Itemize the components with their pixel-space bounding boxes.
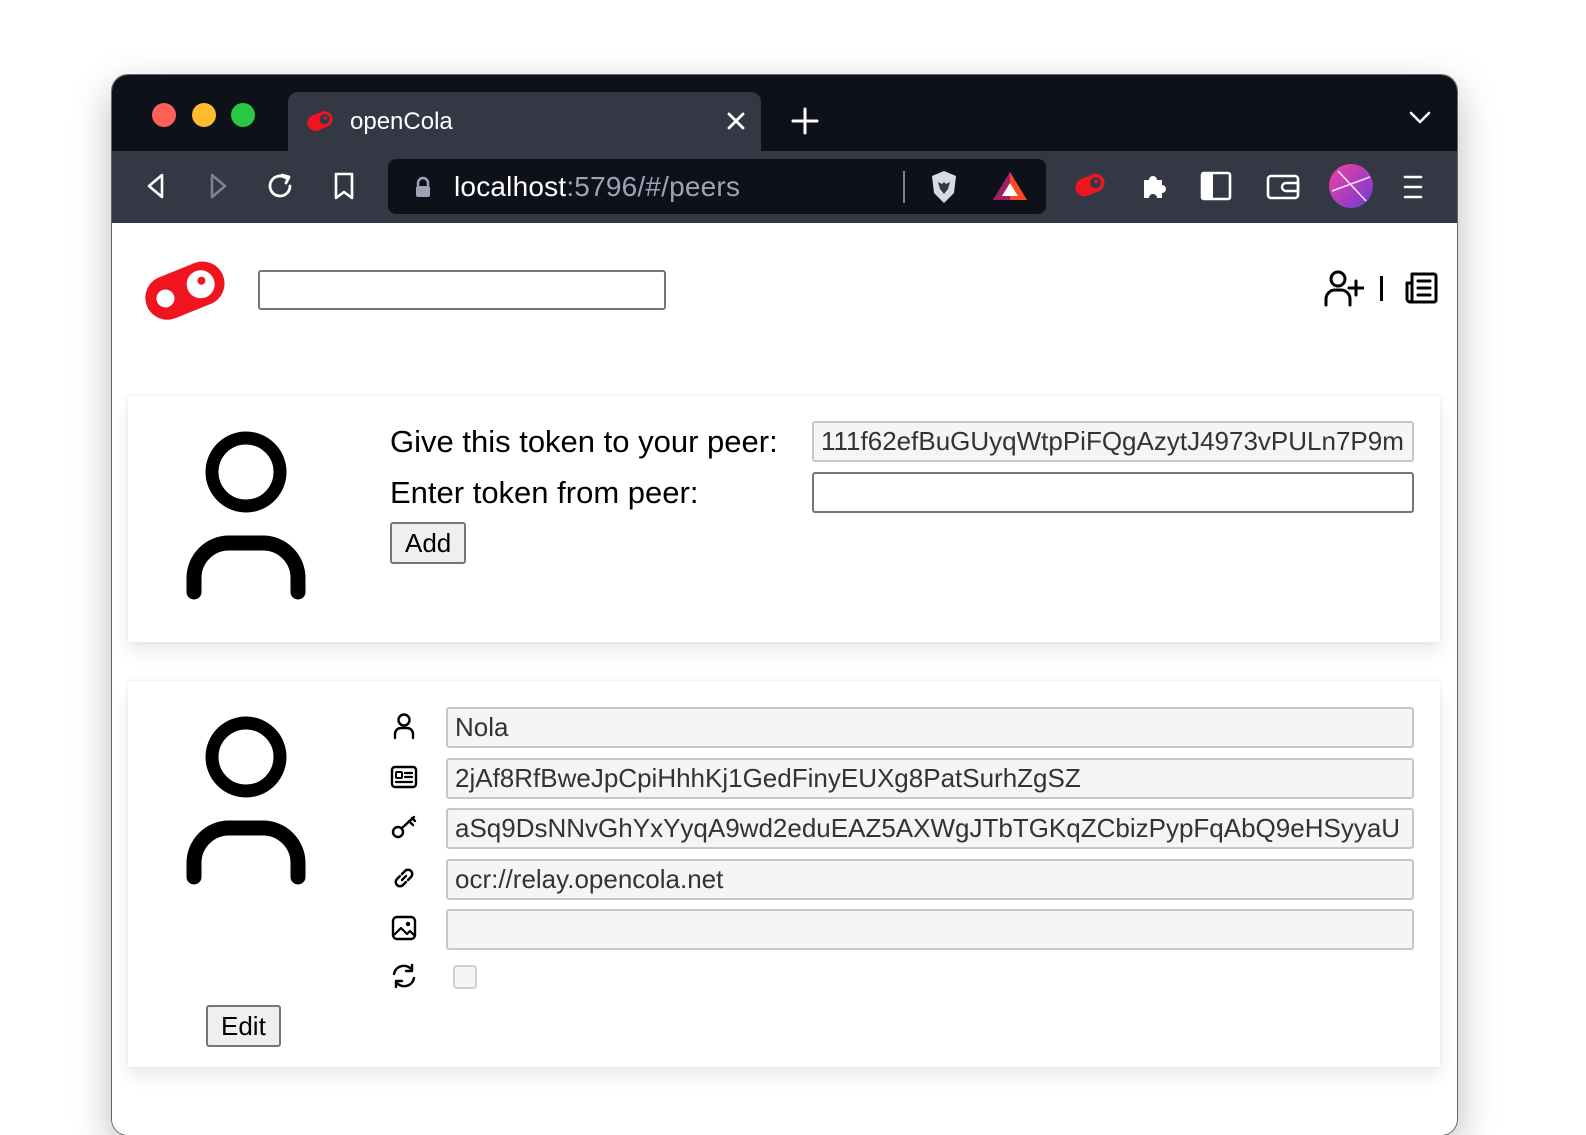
minimize-window-button[interactable] — [192, 103, 216, 127]
profile-avatar-icon[interactable] — [1328, 163, 1374, 214]
peer-name-field[interactable] — [446, 707, 1414, 748]
tab-opencola[interactable]: openCola — [288, 92, 761, 151]
person-avatar-icon — [186, 430, 306, 605]
menu-icon[interactable] — [1402, 173, 1424, 206]
url-separator — [903, 171, 905, 203]
image-uri-field[interactable] — [446, 909, 1414, 950]
token-card: Give this token to your peer: Enter toke… — [128, 396, 1440, 642]
brave-rewards-icon[interactable] — [991, 169, 1029, 208]
peer-id-field[interactable] — [446, 758, 1414, 799]
id-card-icon — [390, 763, 418, 796]
reload-icon[interactable] — [266, 171, 296, 206]
lock-icon — [414, 176, 432, 203]
close-tab-icon[interactable] — [723, 108, 749, 139]
feed-icon[interactable] — [1405, 271, 1439, 310]
give-token-label: Give this token to your peer: — [390, 424, 778, 459]
close-window-button[interactable] — [152, 103, 176, 127]
bookmark-icon[interactable] — [332, 171, 356, 206]
tab-title: openCola — [350, 108, 453, 135]
own-token-field[interactable] — [812, 421, 1414, 462]
sync-icon — [390, 962, 418, 995]
search-input[interactable] — [258, 270, 666, 310]
public-key-field[interactable] — [446, 808, 1414, 849]
opencola-logo-icon[interactable] — [138, 251, 230, 336]
url-text: localhost:5796/#/peers — [454, 171, 740, 203]
peer-card: Edit — [128, 681, 1440, 1067]
tab-strip: openCola — [112, 75, 1457, 151]
chevron-down-icon[interactable] — [1409, 111, 1431, 130]
add-peer-icon[interactable] — [1324, 269, 1365, 312]
sidebar-toggle-icon[interactable] — [1200, 171, 1232, 206]
enter-token-label: Enter token from peer: — [390, 475, 699, 510]
edit-button[interactable]: Edit — [206, 1005, 281, 1047]
link-icon — [390, 864, 418, 897]
key-icon — [390, 813, 418, 846]
opencola-favicon-icon — [304, 107, 336, 140]
sync-checkbox[interactable] — [453, 965, 477, 989]
extensions-puzzle-icon[interactable] — [1138, 170, 1170, 207]
url-host: localhost — [454, 171, 567, 202]
person-avatar-icon — [186, 715, 306, 890]
browser-toolbar: localhost:5796/#/peers — [112, 151, 1457, 223]
wallet-icon[interactable] — [1266, 173, 1300, 206]
back-icon[interactable] — [142, 171, 170, 206]
address-field[interactable] — [446, 859, 1414, 900]
address-bar[interactable]: localhost:5796/#/peers — [388, 159, 1046, 214]
zoom-window-button[interactable] — [231, 103, 255, 127]
url-path: :5796/#/peers — [566, 171, 741, 202]
page-content: Give this token to your peer: Enter toke… — [112, 223, 1457, 1135]
add-button[interactable]: Add — [390, 522, 467, 564]
browser-window: openCola localhost:5796/#/peers Give thi… — [112, 75, 1457, 1135]
person-icon — [390, 712, 418, 745]
image-icon — [390, 914, 418, 947]
opencola-extension-icon[interactable] — [1072, 169, 1108, 206]
brave-shields-icon[interactable] — [928, 169, 960, 210]
nav-divider — [1380, 276, 1383, 301]
new-tab-icon[interactable] — [790, 106, 820, 141]
forward-icon[interactable] — [204, 171, 232, 206]
peer-token-input[interactable] — [812, 472, 1414, 513]
